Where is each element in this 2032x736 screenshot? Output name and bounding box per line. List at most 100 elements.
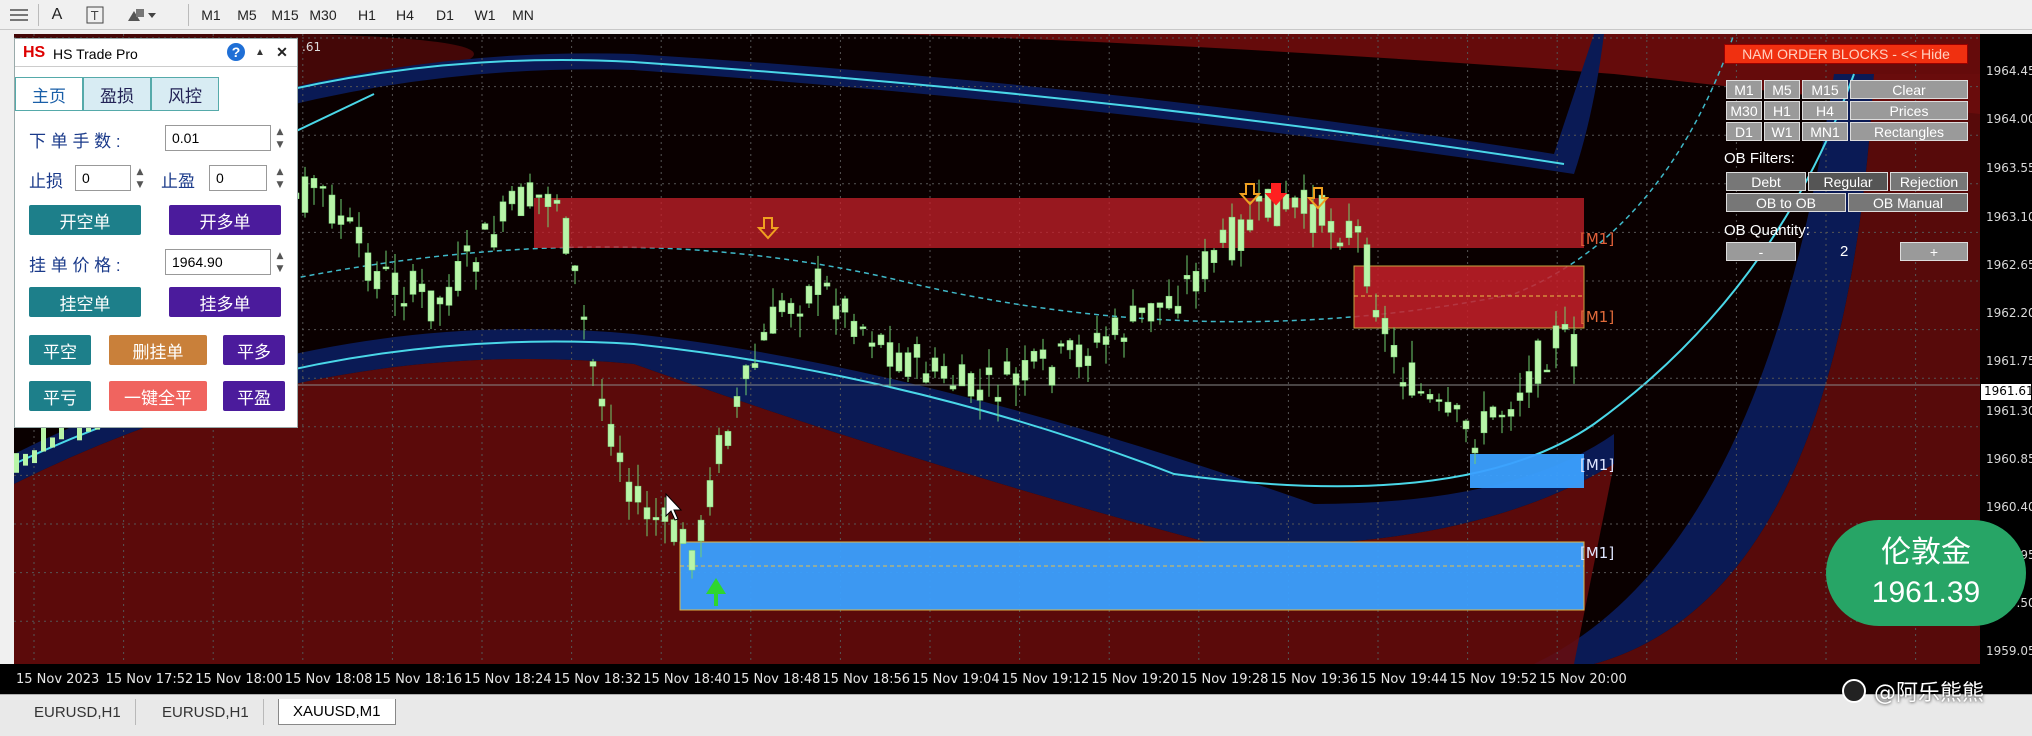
ob-rectangles-button[interactable]: Rectangles: [1850, 122, 1968, 141]
time-tick: 15 Nov 17:52: [105, 672, 194, 687]
candle: [400, 303, 408, 307]
candle: [1498, 414, 1506, 418]
list-icon[interactable]: [6, 3, 32, 27]
candle: [41, 426, 46, 452]
ob-quantity-plus[interactable]: +: [1900, 242, 1968, 261]
timeframe-m5[interactable]: M5: [230, 3, 264, 27]
timeframe-d1[interactable]: D1: [428, 3, 462, 27]
stop-loss-input[interactable]: 0: [75, 165, 131, 191]
delete-pending-button[interactable]: 删挂单: [109, 335, 207, 365]
timeframe-m15[interactable]: M15: [268, 3, 302, 27]
shapes-icon[interactable]: [124, 3, 158, 27]
help-icon[interactable]: ?: [227, 43, 245, 61]
text-icon[interactable]: A: [46, 3, 68, 27]
ob-tf-h4[interactable]: H4: [1802, 101, 1848, 120]
candle: [301, 176, 309, 213]
candle: [481, 223, 489, 230]
candle: [1237, 219, 1245, 251]
candle: [850, 320, 858, 337]
ob-tf-m5[interactable]: M5: [1764, 80, 1800, 99]
sell-pending-button[interactable]: 挂空单: [29, 287, 141, 317]
candle: [913, 343, 921, 358]
candle: [1219, 229, 1227, 243]
ob-tf-d1[interactable]: D1: [1726, 122, 1762, 141]
tab-xauusd-m1[interactable]: XAUUSD,M1: [278, 699, 396, 725]
ob-tf-m30[interactable]: M30: [1726, 101, 1762, 120]
candle: [1489, 406, 1497, 418]
time-tick: 15 Nov 19:04: [912, 672, 1000, 687]
candle: [796, 313, 804, 317]
ob-prices-button[interactable]: Prices: [1850, 101, 1968, 120]
candle: [364, 252, 372, 281]
timeframe-mn[interactable]: MN: [506, 3, 540, 27]
candle: [1057, 343, 1065, 347]
lot-input[interactable]: 0.01: [165, 125, 271, 151]
sell-market-button[interactable]: 开空单: [29, 205, 141, 235]
tab-eurusd-h1[interactable]: EURUSD,H1: [148, 699, 264, 725]
close-long-button[interactable]: 平多: [223, 335, 285, 365]
candle: [1084, 355, 1092, 366]
ob-filter-ob-to-ob[interactable]: OB to OB: [1726, 193, 1846, 212]
buy-market-button[interactable]: 开多单: [169, 205, 281, 235]
minimize-icon[interactable]: ▲: [251, 43, 269, 61]
candle: [1318, 194, 1326, 226]
price-chart[interactable]: [14, 34, 1980, 664]
timeframe-h4[interactable]: H4: [388, 3, 422, 27]
timeframe-h1[interactable]: H1: [350, 3, 384, 27]
ob-filter-rejection[interactable]: Rejection: [1890, 172, 1968, 191]
buy-pending-button[interactable]: 挂多单: [169, 287, 281, 317]
time-tick: 15 Nov 19:20: [1091, 672, 1179, 687]
timeframe-m1[interactable]: M1: [194, 3, 228, 27]
take-profit-input[interactable]: 0: [209, 165, 267, 191]
candle: [517, 186, 525, 217]
ob-filter-ob-manual[interactable]: OB Manual: [1848, 193, 1968, 212]
candle: [742, 365, 750, 380]
close-loss-button[interactable]: 平亏: [29, 381, 91, 411]
ob-tf-mn1[interactable]: MN1: [1802, 122, 1848, 141]
ob-tf-h1[interactable]: H1: [1764, 101, 1800, 120]
candle: [1246, 219, 1254, 231]
ob-hide-button[interactable]: NAM ORDER BLOCKS - << Hide: [1724, 44, 1968, 64]
ob-quantity-minus[interactable]: -: [1726, 242, 1796, 261]
candle: [949, 385, 957, 390]
bearish-order-block: [534, 198, 1584, 248]
candle: [724, 431, 732, 446]
text-box-icon[interactable]: T: [84, 3, 106, 27]
take-profit-stepper[interactable]: ▲ ▼: [273, 165, 287, 191]
time-axis: 15 Nov 2023 15 Nov 17:52 15 Nov 18:00 15 No…: [0, 664, 2032, 694]
close-all-button[interactable]: 一键全平: [109, 381, 207, 411]
ob-tf-w1[interactable]: W1: [1764, 122, 1800, 141]
candle: [1345, 220, 1353, 238]
candle: [1003, 361, 1011, 375]
time-tick: 15 Nov 18:40: [643, 672, 731, 687]
ob-filter-regular[interactable]: Regular: [1808, 172, 1888, 191]
lot-stepper[interactable]: ▲ ▼: [273, 125, 287, 151]
candle: [526, 182, 534, 207]
candle: [1390, 344, 1398, 358]
tab-eurusd-h1[interactable]: EURUSD,H1: [20, 699, 136, 725]
ob-filter-debt[interactable]: Debt: [1726, 172, 1806, 191]
close-icon[interactable]: ✕: [273, 43, 291, 61]
timeframe-m30[interactable]: M30: [306, 3, 340, 27]
pending-price-stepper[interactable]: ▲ ▼: [273, 249, 287, 275]
panel-titlebar[interactable]: HS HS Trade Pro ? ▲ ✕: [15, 39, 297, 67]
tab-pnl[interactable]: 盈损: [83, 77, 151, 111]
tab-risk[interactable]: 风控: [151, 77, 219, 111]
current-price-marker: 1961.61: [1981, 384, 2032, 400]
ob-tf-m1[interactable]: M1: [1726, 80, 1762, 99]
ob-tf-m15[interactable]: M15: [1802, 80, 1848, 99]
candle: [1174, 305, 1182, 314]
close-short-button[interactable]: 平空: [29, 335, 91, 365]
candle: [751, 363, 759, 368]
pending-price-input[interactable]: 1964.90: [165, 249, 271, 275]
timeframe-w1[interactable]: W1: [468, 3, 502, 27]
candle: [1417, 391, 1425, 394]
close-profit-button[interactable]: 平盈: [223, 381, 285, 411]
candle: [589, 361, 597, 367]
stop-loss-stepper[interactable]: ▲ ▼: [133, 165, 147, 191]
bullish-order-block: [1470, 454, 1584, 488]
tab-home[interactable]: 主页: [15, 77, 83, 111]
candle: [1309, 204, 1317, 234]
ob-clear-button[interactable]: Clear: [1850, 80, 1968, 99]
candle: [328, 194, 336, 224]
